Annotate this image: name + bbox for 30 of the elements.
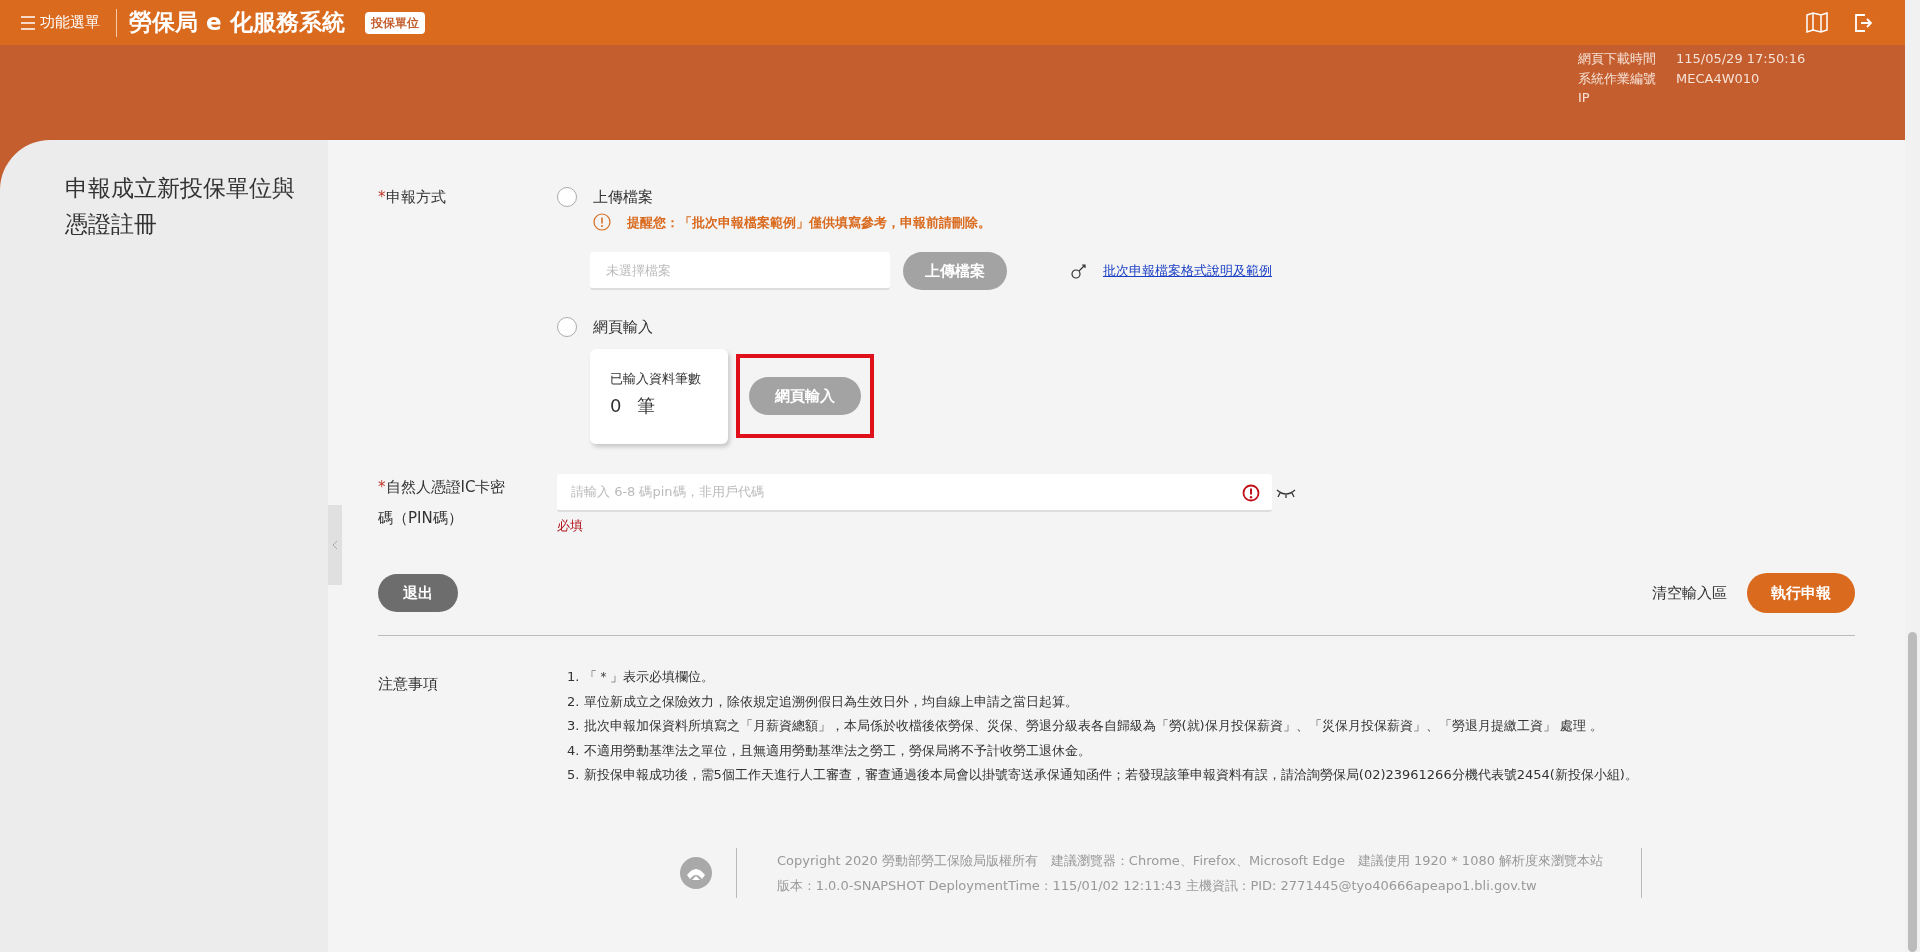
field-label: *自然人憑證IC卡密碼（PIN碼）	[378, 476, 507, 529]
info-label: 網頁下載時間	[1578, 50, 1657, 68]
info-label: 系統作業編號	[1578, 69, 1657, 88]
option-label: 網頁輸入	[593, 317, 653, 338]
count-unit: 筆	[637, 394, 656, 418]
footer-text: Copyright 2020 勞動部勞工保險局版權所有 建議瀏覽器：Chrome、Firefox、Microsoft Edge 建議使用 1920 * 1080 解析度來瀏覽本站	[777, 851, 1604, 870]
footer-text: 版本 : 1.0.0-SNAPSHOT DeploymentTime : 115/01/02 12:11:43 主機資訊 : PID: 2771445@tyo40666apeapo1.bli.gov.tw	[777, 876, 1538, 895]
reminder-text: 提醒您：「批次申報檔案範例」僅供填寫參考，申報前請刪除。	[627, 213, 991, 232]
pin-input-field[interactable]: 請輸入 6-8 碼pin碼，非用戶代碼	[557, 473, 1272, 512]
system-title: 勞保局 e 化服務系統	[129, 8, 345, 38]
page-title: 申報成立新投保單位與憑證註冊	[65, 174, 296, 239]
option-label: 上傳檔案	[593, 187, 653, 208]
field-label: *申報方式	[378, 187, 447, 208]
count-value: 0	[610, 394, 622, 418]
info-label: IP	[1578, 89, 1591, 107]
note-item: 3. 批次申報加保資料所填寫之「月薪資總額」，本局係於收檔後依勞保、災保、勞退分級表各自歸級為「勞(就)保月投保薪資」、「災保月投保薪資」、「勞退月提繳工資」 處理 。	[567, 717, 1604, 735]
note-item: 1. 「＊」表示必填欄位。	[567, 668, 715, 686]
note-item: 5. 新投保申報成功後，需5個工作天進行人工審查，審查通過後本局會以掛號寄送承保通知函件；若發現該筆申報資料有誤，請洽詢勞保局(02)23961266分機代表號2454(新投保小組)。	[567, 766, 1638, 784]
count-label: 已輸入資料筆數	[610, 369, 702, 388]
clear-link[interactable]: 清空輸入區	[1652, 581, 1727, 605]
submit-button[interactable]: 執行申報	[1747, 573, 1855, 613]
exit-button[interactable]: 退出	[378, 574, 458, 612]
info-value: MECA4W010	[1676, 70, 1760, 86]
menu-button[interactable]: 功能選單	[20, 8, 117, 37]
notes-heading: 注意事項	[378, 674, 439, 695]
unit-tag: 投保單位	[364, 11, 425, 34]
note-item: 2. 單位新成立之保險效力，除依規定追溯例假日為生效日外，均自線上申請之當日起算。	[567, 692, 1079, 711]
note-item: 4. 不適用勞動基準法之單位，且無適用勞動基準法之勞工，勞保局將不予計收勞工退休金。	[567, 741, 1092, 760]
info-value: 115/05/29 17:50:16	[1676, 51, 1806, 66]
error-message: 必填	[557, 516, 584, 535]
